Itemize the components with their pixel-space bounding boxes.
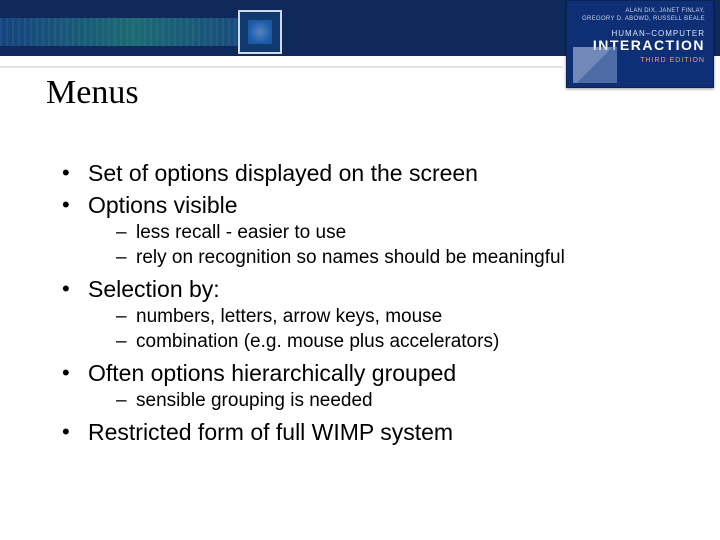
sub-item: rely on recognition so names should be m… <box>116 245 690 270</box>
sub-list: less recall - easier to use rely on reco… <box>88 220 690 270</box>
bullet-item: Often options hierarchically grouped sen… <box>58 358 690 413</box>
slide-title: Menus <box>46 74 139 112</box>
book-authors-line1: ALAN DIX, JANET FINLAY, <box>625 8 705 14</box>
sub-item: sensible grouping is needed <box>116 388 690 413</box>
bullet-item: Set of options displayed on the screen <box>58 158 690 188</box>
sub-text: numbers, letters, arrow keys, mouse <box>136 306 442 327</box>
sub-text: sensible grouping is needed <box>136 390 373 411</box>
sub-list: sensible grouping is needed <box>88 388 690 413</box>
bullet-text: Options visible <box>88 192 238 218</box>
bullet-item: Options visible less recall - easier to … <box>58 190 690 270</box>
sub-text: combination (e.g. mouse plus accelerator… <box>136 331 499 352</box>
book-authors-line2: GREGORY D. ABOWD, RUSSELL BEALE <box>582 16 705 22</box>
bullet-text: Selection by: <box>88 276 220 302</box>
bullet-text: Often options hierarchically grouped <box>88 360 456 386</box>
sub-item: numbers, letters, arrow keys, mouse <box>116 304 690 329</box>
slide-body: Set of options displayed on the screen O… <box>58 158 690 449</box>
bullet-item: Restricted form of full WIMP system <box>58 417 690 447</box>
bullet-text: Set of options displayed on the screen <box>88 160 478 186</box>
bullet-text: Restricted form of full WIMP system <box>88 419 453 445</box>
book-cover-card: ALAN DIX, JANET FINLAY, GREGORY D. ABOWD… <box>566 0 714 88</box>
sub-item: combination (e.g. mouse plus accelerator… <box>116 329 690 354</box>
sub-list: numbers, letters, arrow keys, mouse comb… <box>88 304 690 354</box>
sub-item: less recall - easier to use <box>116 220 690 245</box>
bullet-list: Set of options displayed on the screen O… <box>58 158 690 447</box>
banner-pattern <box>0 18 270 46</box>
header-underline <box>0 56 563 68</box>
sub-text: less recall - easier to use <box>136 222 346 243</box>
sub-text: rely on recognition so names should be m… <box>136 247 565 268</box>
banner-chip-icon <box>238 10 282 54</box>
book-authors: ALAN DIX, JANET FINLAY, GREGORY D. ABOWD… <box>575 7 705 23</box>
book-cover-image-icon <box>573 47 617 83</box>
bullet-item: Selection by: numbers, letters, arrow ke… <box>58 274 690 354</box>
slide: ALAN DIX, JANET FINLAY, GREGORY D. ABOWD… <box>0 0 720 540</box>
